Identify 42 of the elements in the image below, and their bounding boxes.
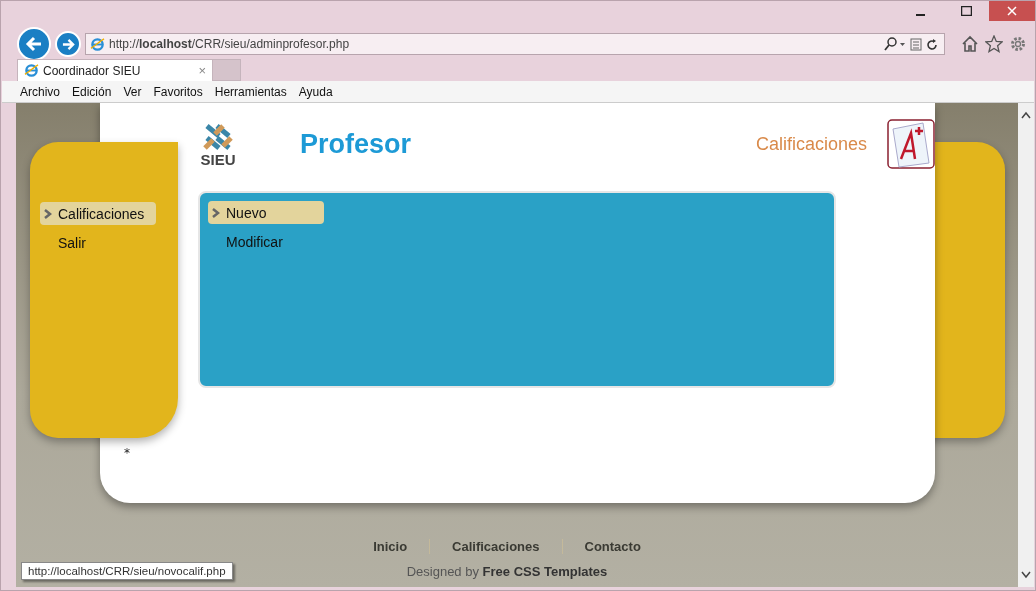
scroll-up-icon[interactable]	[1021, 111, 1031, 119]
note-text: *	[124, 446, 131, 460]
tab-close-button[interactable]: ×	[198, 63, 206, 78]
search-icon[interactable]	[884, 37, 906, 51]
footer-link[interactable]: Contacto	[561, 539, 663, 554]
menu-item[interactable]: Edición	[68, 84, 116, 99]
chevron-icon	[42, 207, 54, 220]
maximize-icon	[960, 6, 972, 16]
star-icon[interactable]	[985, 35, 1003, 53]
menu-item[interactable]: Ayuda	[294, 84, 337, 99]
sidebar-item[interactable]: Calificaciones	[40, 202, 156, 225]
scrollbar[interactable]	[1018, 103, 1034, 587]
forward-button[interactable]	[55, 31, 81, 57]
back-arrow-icon	[25, 35, 43, 53]
submenu-item[interactable]: Modificar	[208, 230, 324, 253]
close-icon	[1007, 6, 1017, 16]
refresh-icon[interactable]	[926, 37, 938, 51]
status-url: http://localhost/CRR/sieu/novocalif.php	[21, 562, 233, 580]
menu-item[interactable]: Archivo	[16, 84, 64, 99]
credit-text: Designed by Free CSS Templates	[406, 564, 608, 579]
minimize-icon	[915, 14, 925, 16]
browser-tab[interactable]: Coordinador SIEU ×	[17, 59, 213, 81]
submenu-item[interactable]: Nuevo	[208, 201, 324, 224]
menu-item[interactable]: Herramientas	[210, 84, 291, 99]
scroll-down-icon[interactable]	[1021, 571, 1031, 579]
chevron-icon	[210, 206, 222, 219]
browser-logo-icon	[90, 36, 105, 52]
logo-icon	[201, 121, 235, 152]
sidebar-item[interactable]: Salir	[40, 231, 156, 254]
footer-link[interactable]: Calificaciones	[429, 539, 562, 554]
address-bar[interactable]: http://localhost/CRR/sieu/adminprofesor.php	[85, 33, 945, 55]
forward-arrow-icon	[61, 37, 75, 51]
section-title: Calificaciones	[755, 133, 867, 155]
home-icon[interactable]	[961, 35, 979, 53]
back-button[interactable]	[17, 27, 51, 61]
footer-link[interactable]: Inicio	[351, 539, 430, 554]
menu-item[interactable]: Favoritos	[149, 84, 207, 99]
page-title: Profesor	[300, 128, 413, 160]
settings-icon[interactable]	[1009, 35, 1027, 53]
logo: SIEU	[198, 121, 238, 167]
browser-logo-icon	[24, 63, 39, 78]
menu-item[interactable]: Ver	[119, 84, 146, 99]
